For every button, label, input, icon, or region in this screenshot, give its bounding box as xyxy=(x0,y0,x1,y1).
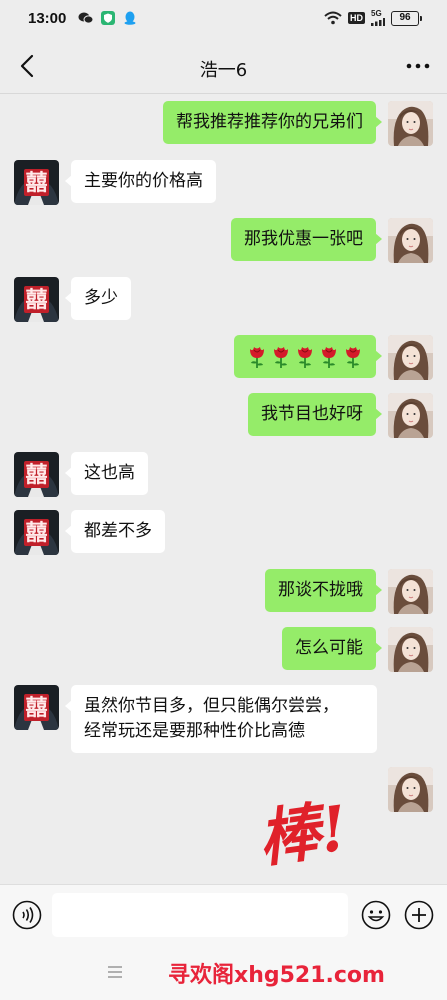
message-row: 多少 xyxy=(14,277,131,322)
battery-indicator: 96 xyxy=(391,10,422,26)
avatar-image xyxy=(14,685,59,730)
message-row: 我节目也好呀 xyxy=(248,393,433,438)
message-row: 虽然你节目多，但只能偶尔尝尝， 经常玩还是要那种性价比高德 xyxy=(14,685,377,753)
message-bubble[interactable]: 多少 xyxy=(65,277,131,320)
signal-indicator: 5G xyxy=(371,10,385,26)
message-bubble[interactable]: 那我优惠一张吧 xyxy=(231,218,382,261)
chat-header: 浩一6 xyxy=(0,38,447,94)
sticker-message[interactable]: 棒! xyxy=(253,780,378,890)
wechat-icon xyxy=(78,12,94,24)
menu-icon[interactable] xyxy=(106,963,124,981)
avatar-image xyxy=(388,393,433,438)
message-input[interactable] xyxy=(52,893,348,937)
message-bubble[interactable]: 主要你的价格高 xyxy=(65,160,216,203)
contact-avatar[interactable] xyxy=(14,510,59,555)
message-bubble[interactable]: 这也高 xyxy=(65,452,148,495)
rose-emoji-icon xyxy=(343,345,363,369)
avatar-image xyxy=(14,510,59,555)
contact-avatar[interactable] xyxy=(14,452,59,497)
avatar-image xyxy=(388,218,433,263)
message-row: 帮我推荐推荐你的兄弟们 xyxy=(163,101,433,146)
avatar-image xyxy=(388,627,433,672)
message-bubble[interactable]: 怎么可能 xyxy=(282,627,382,670)
message-bubble[interactable]: 虽然你节目多，但只能偶尔尝尝， 经常玩还是要那种性价比高德 xyxy=(65,685,377,753)
status-time: 13:00 xyxy=(28,10,67,27)
wifi-icon xyxy=(324,11,342,25)
message-row xyxy=(234,335,433,380)
emoji-message-bubble[interactable] xyxy=(234,335,382,378)
watermark: 寻欢阁xhg521.com xyxy=(168,963,385,988)
emoji-button[interactable] xyxy=(361,900,391,930)
plus-icon xyxy=(404,900,434,930)
emoji-icon xyxy=(361,900,391,930)
rose-emoji-icon xyxy=(319,345,339,369)
my-avatar[interactable] xyxy=(388,767,433,812)
message-row: 那我优惠一张吧 xyxy=(231,218,433,263)
contact-avatar[interactable] xyxy=(14,685,59,730)
shield-icon xyxy=(101,11,115,25)
voice-icon xyxy=(12,900,42,930)
message-bubble[interactable]: 都差不多 xyxy=(65,510,165,553)
more-functions-button[interactable] xyxy=(404,900,434,930)
my-avatar[interactable] xyxy=(388,393,433,438)
rose-emoji-icon xyxy=(271,345,291,369)
contact-avatar[interactable] xyxy=(14,277,59,322)
more-icon xyxy=(406,63,430,69)
message-row: 主要你的价格高 xyxy=(14,160,216,205)
message-row: 都差不多 xyxy=(14,510,165,555)
avatar-image xyxy=(14,160,59,205)
my-avatar[interactable] xyxy=(388,569,433,614)
message-bubble[interactable]: 我节目也好呀 xyxy=(248,393,382,436)
avatar-image xyxy=(388,569,433,614)
qq-icon xyxy=(124,11,136,25)
network-label: 5G xyxy=(371,9,382,18)
my-avatar[interactable] xyxy=(388,335,433,380)
avatar-image xyxy=(14,452,59,497)
signal-icon xyxy=(371,18,385,26)
my-avatar[interactable] xyxy=(388,218,433,263)
hd-badge: HD xyxy=(348,12,365,24)
avatar-image xyxy=(388,335,433,380)
contact-avatar[interactable] xyxy=(14,160,59,205)
rose-emoji-row xyxy=(247,344,363,369)
notification-icons xyxy=(78,10,138,26)
avatar-image xyxy=(388,101,433,146)
message-bubble[interactable]: 那谈不拢哦 xyxy=(265,569,382,612)
status-bar: 13:00 HD 5G 96 xyxy=(0,0,447,38)
voice-button[interactable] xyxy=(12,900,42,930)
status-indicators: HD 5G 96 xyxy=(324,10,422,26)
message-row: 怎么可能 xyxy=(282,627,433,672)
avatar-image xyxy=(388,767,433,812)
chat-title: 浩一6 xyxy=(199,60,248,81)
my-avatar[interactable] xyxy=(388,101,433,146)
chat-input-bar xyxy=(0,884,447,944)
message-row: 这也高 xyxy=(14,452,148,497)
rose-emoji-icon xyxy=(247,345,267,369)
message-row xyxy=(388,767,433,812)
avatar-image xyxy=(14,277,59,322)
my-avatar[interactable] xyxy=(388,627,433,672)
more-options-button[interactable] xyxy=(405,56,431,76)
message-bubble[interactable]: 帮我推荐推荐你的兄弟们 xyxy=(163,101,382,144)
message-row: 那谈不拢哦 xyxy=(265,569,433,614)
sticker-text: 棒! xyxy=(253,791,352,877)
rose-emoji-icon xyxy=(295,345,315,369)
